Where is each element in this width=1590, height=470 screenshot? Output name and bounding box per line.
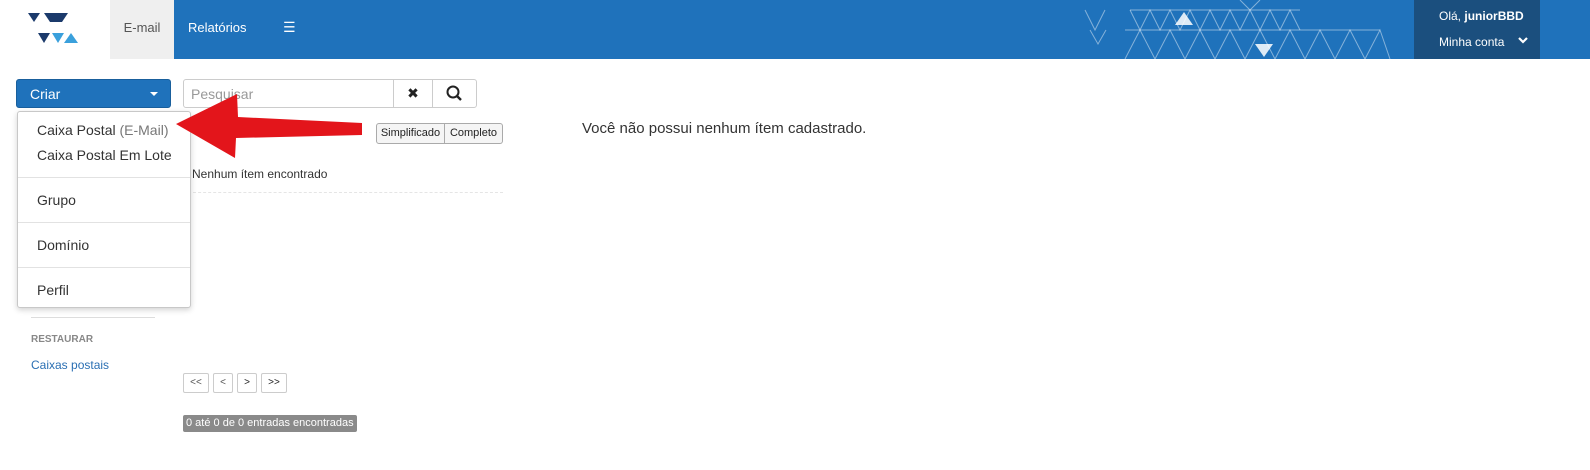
- list-divider: [183, 192, 503, 193]
- chevron-down-icon: [1518, 33, 1528, 47]
- search-input[interactable]: [183, 79, 394, 108]
- pagination-first-button[interactable]: <<: [183, 373, 209, 393]
- menu-divider: [18, 177, 190, 178]
- menu-item-mailbox-suffix: (E-Mail): [119, 122, 169, 138]
- user-greeting: Olá, juniorBBD: [1439, 9, 1524, 23]
- view-simplified-button[interactable]: Simplificado: [376, 123, 445, 144]
- account-label[interactable]: Minha conta: [1439, 35, 1504, 49]
- menu-item-group[interactable]: Grupo: [37, 192, 76, 208]
- create-label: Criar: [30, 86, 61, 102]
- entries-count-badge: 0 até 0 de 0 entradas encontradas: [183, 415, 357, 432]
- empty-state-message: Você não possui nenhum ítem cadastrado.: [582, 120, 867, 137]
- greeting-text: Olá,: [1439, 9, 1462, 23]
- empty-list-row: Nenhum ítem encontrado: [192, 167, 328, 181]
- create-dropdown-button[interactable]: Criar: [16, 79, 171, 108]
- clear-search-button[interactable]: ✖: [393, 79, 433, 108]
- menu-item-mailbox[interactable]: Caixa Postal (E-Mail): [37, 122, 168, 138]
- header-pattern-decoration: [1084, 0, 1391, 59]
- pagination-last-button[interactable]: >>: [261, 373, 287, 393]
- sidebar-divider: [31, 317, 155, 318]
- logo-icon: [28, 13, 78, 43]
- sidebar-link-mailboxes[interactable]: Caixas postais: [31, 358, 109, 372]
- search-button[interactable]: [432, 79, 477, 108]
- create-dropdown-menu: Caixa Postal (E-Mail) Caixa Postal Em Lo…: [17, 111, 191, 308]
- menu-item-batch-mailbox[interactable]: Caixa Postal Em Lote: [37, 147, 172, 163]
- username: juniorBBD: [1464, 9, 1524, 23]
- user-account-menu[interactable]: Olá, juniorBBD Minha conta: [1414, 0, 1540, 59]
- menu-item-profile[interactable]: Perfil: [37, 282, 69, 298]
- menu-divider: [18, 267, 190, 268]
- app-logo[interactable]: [0, 0, 110, 59]
- pagination-next-button[interactable]: >: [237, 373, 257, 393]
- pagination-prev-button[interactable]: <: [213, 373, 233, 393]
- view-complete-button[interactable]: Completo: [445, 123, 503, 144]
- tab-relatorios[interactable]: Relatórios: [188, 0, 247, 59]
- search-icon: [446, 85, 462, 101]
- tab-email[interactable]: E-mail: [110, 0, 174, 59]
- export-csv-link[interactable]: CSV: [240, 124, 265, 138]
- sidebar-heading-restore: RESTAURAR: [31, 334, 94, 345]
- caret-down-icon: [150, 92, 158, 96]
- hamburger-menu-icon[interactable]: ☰: [283, 0, 296, 59]
- menu-divider: [18, 222, 190, 223]
- close-icon: ✖: [407, 85, 419, 101]
- menu-item-mailbox-label: Caixa Postal: [37, 122, 116, 138]
- menu-item-domain[interactable]: Domínio: [37, 237, 89, 253]
